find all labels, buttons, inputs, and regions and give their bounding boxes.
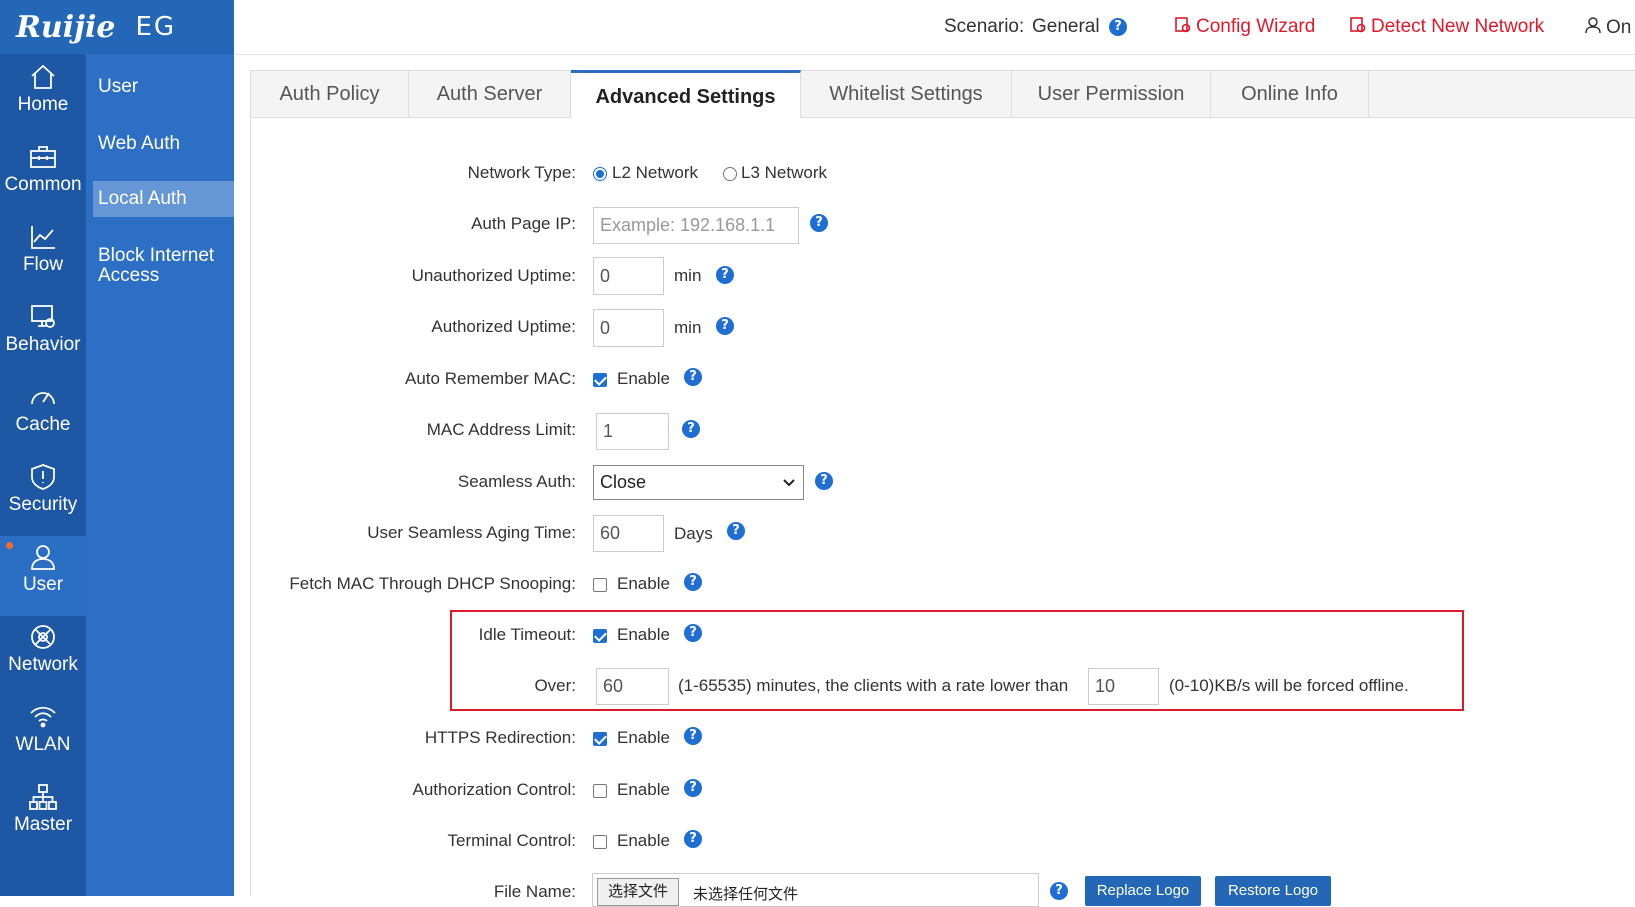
tab-bar: Auth Policy Auth Server Advanced Setting… xyxy=(251,70,1635,118)
file-name-label: File Name: xyxy=(493,882,576,901)
over-mid-text: (1-65535) minutes, the clients with a ra… xyxy=(678,676,1069,695)
idle-timeout-checkbox[interactable] xyxy=(593,629,607,643)
https-redirect-checkbox[interactable] xyxy=(593,732,607,746)
tab-online-info[interactable]: Online Info xyxy=(1211,71,1369,117)
auto-remember-mac-checkbox[interactable] xyxy=(593,373,607,387)
authz-control-text: Enable xyxy=(617,780,670,799)
https-redirect-label: HTTPS Redirection: xyxy=(424,728,576,747)
logo-text: Ruijie xyxy=(16,9,116,45)
nav-label: Home xyxy=(17,94,69,115)
top-header: Scenario: General ? Config Wizard Detect… xyxy=(234,0,1635,55)
tab-auth-server[interactable]: Auth Server xyxy=(409,71,571,117)
seamless-aging-input[interactable] xyxy=(593,515,664,552)
detect-icon xyxy=(1350,17,1366,33)
seamless-aging-help-icon[interactable]: ? xyxy=(727,522,745,540)
restore-logo-button[interactable]: Restore Logo xyxy=(1215,876,1331,906)
idle-minutes-input[interactable] xyxy=(596,668,669,705)
nav-label: Security xyxy=(8,494,78,515)
authz-control-checkbox[interactable] xyxy=(593,784,607,798)
auth-uptime-unit: min xyxy=(674,318,702,337)
idle-timeout-label: Idle Timeout: xyxy=(478,625,576,644)
nav-item-home[interactable]: Home xyxy=(0,56,86,136)
dhcp-snooping-text: Enable xyxy=(617,574,670,593)
account-icon xyxy=(1585,17,1601,34)
notification-dot xyxy=(6,542,13,549)
auth-page-ip-help-icon[interactable]: ? xyxy=(810,214,828,232)
idle-rate-input[interactable] xyxy=(1088,668,1159,705)
tab-auth-policy[interactable]: Auth Policy xyxy=(251,71,409,117)
scenario-value[interactable]: General xyxy=(1032,16,1100,38)
unauth-uptime-help-icon[interactable]: ? xyxy=(716,266,734,284)
seamless-auth-help-icon[interactable]: ? xyxy=(815,472,833,490)
l3-network-label: L3 Network xyxy=(741,163,827,182)
user-icon xyxy=(31,545,55,570)
no-file-text: 未选择任何文件 xyxy=(693,886,799,903)
config-wizard-label: Config Wizard xyxy=(1196,16,1316,37)
authz-control-label: Authorization Control: xyxy=(412,780,576,799)
product-name: EG xyxy=(135,12,177,42)
detect-network-label: Detect New Network xyxy=(1371,16,1545,37)
auth-uptime-input[interactable] xyxy=(593,309,664,347)
choose-file-button[interactable]: 选择文件 xyxy=(597,878,680,906)
tab-user-permission[interactable]: User Permission xyxy=(1012,71,1211,117)
l3-network-radio[interactable] xyxy=(723,167,737,181)
terminal-control-label: Terminal Control: xyxy=(447,831,577,850)
auto-remember-mac-help-icon[interactable]: ? xyxy=(684,368,702,386)
seamless-auth-label: Seamless Auth: xyxy=(457,472,576,491)
auth-page-ip-input[interactable] xyxy=(593,207,799,244)
auth-uptime-help-icon[interactable]: ? xyxy=(716,317,734,335)
nav-label: Network xyxy=(8,654,78,675)
network-type-label: Network Type: xyxy=(467,163,576,182)
auth-uptime-label: Authorized Uptime: xyxy=(431,317,576,336)
idle-timeout-help-icon[interactable]: ? xyxy=(684,624,702,642)
tab-advanced-settings[interactable]: Advanced Settings xyxy=(571,70,801,118)
over-end-text: (0-10)KB/s will be forced offline. xyxy=(1169,676,1409,695)
terminal-control-checkbox[interactable] xyxy=(593,835,607,849)
auto-remember-mac-text: Enable xyxy=(617,369,670,388)
auto-remember-mac-label: Auto Remember MAC: xyxy=(405,369,576,388)
file-help-icon[interactable]: ? xyxy=(1050,882,1068,900)
scenario-label: Scenario: xyxy=(944,16,1025,37)
mac-limit-help-icon[interactable]: ? xyxy=(682,420,700,438)
auth-page-ip-label: Auth Page IP: xyxy=(471,214,576,233)
chevron-down-icon xyxy=(783,479,795,487)
nav-label: Behavior xyxy=(5,334,81,355)
over-label: Over: xyxy=(534,676,576,695)
scenario-help-icon[interactable]: ? xyxy=(1109,18,1127,36)
dhcp-snooping-checkbox[interactable] xyxy=(593,578,607,592)
seamless-auth-select[interactable]: Close xyxy=(593,465,804,500)
file-input[interactable]: 选择文件 未选择任何文件 xyxy=(592,873,1039,907)
seamless-aging-unit: Days xyxy=(674,524,713,543)
terminal-control-help-icon[interactable]: ? xyxy=(684,830,702,848)
mac-limit-label: MAC Address Limit: xyxy=(426,420,576,439)
brand-logo: Ruijie EG xyxy=(0,0,234,54)
l2-network-radio[interactable] xyxy=(593,167,607,181)
detect-network-link[interactable]: Detect New Network xyxy=(1349,16,1544,38)
user-menu[interactable]: On xyxy=(1584,16,1631,39)
subnav-item-web-auth[interactable]: Web Auth xyxy=(93,134,234,154)
subnav-item-local-auth[interactable]: Local Auth xyxy=(93,181,234,217)
dhcp-snooping-help-icon[interactable]: ? xyxy=(684,573,702,591)
config-wizard-link[interactable]: Config Wizard xyxy=(1174,16,1315,38)
mac-limit-input[interactable] xyxy=(596,413,669,450)
idle-timeout-text: Enable xyxy=(617,625,670,644)
https-redirect-help-icon[interactable]: ? xyxy=(684,727,702,745)
dhcp-snooping-label: Fetch MAC Through DHCP Snooping: xyxy=(289,574,576,593)
unauth-uptime-input[interactable] xyxy=(593,257,664,295)
subnav-item-user[interactable]: User xyxy=(93,77,234,97)
wizard-icon xyxy=(1175,17,1191,33)
seamless-aging-label: User Seamless Aging Time: xyxy=(367,523,576,542)
replace-logo-button[interactable]: Replace Logo xyxy=(1085,876,1201,906)
seamless-auth-value: Close xyxy=(600,472,647,492)
user-menu-label: On xyxy=(1606,17,1632,38)
terminal-control-text: Enable xyxy=(617,831,670,850)
unauth-uptime-unit: min xyxy=(674,266,702,285)
home-icon xyxy=(31,64,55,89)
unauth-uptime-label: Unauthorized Uptime: xyxy=(411,266,576,285)
l2-network-label: L2 Network xyxy=(612,163,698,182)
tab-whitelist-settings[interactable]: Whitelist Settings xyxy=(801,71,1012,117)
https-redirect-text: Enable xyxy=(617,728,670,747)
authz-control-help-icon[interactable]: ? xyxy=(684,779,702,797)
